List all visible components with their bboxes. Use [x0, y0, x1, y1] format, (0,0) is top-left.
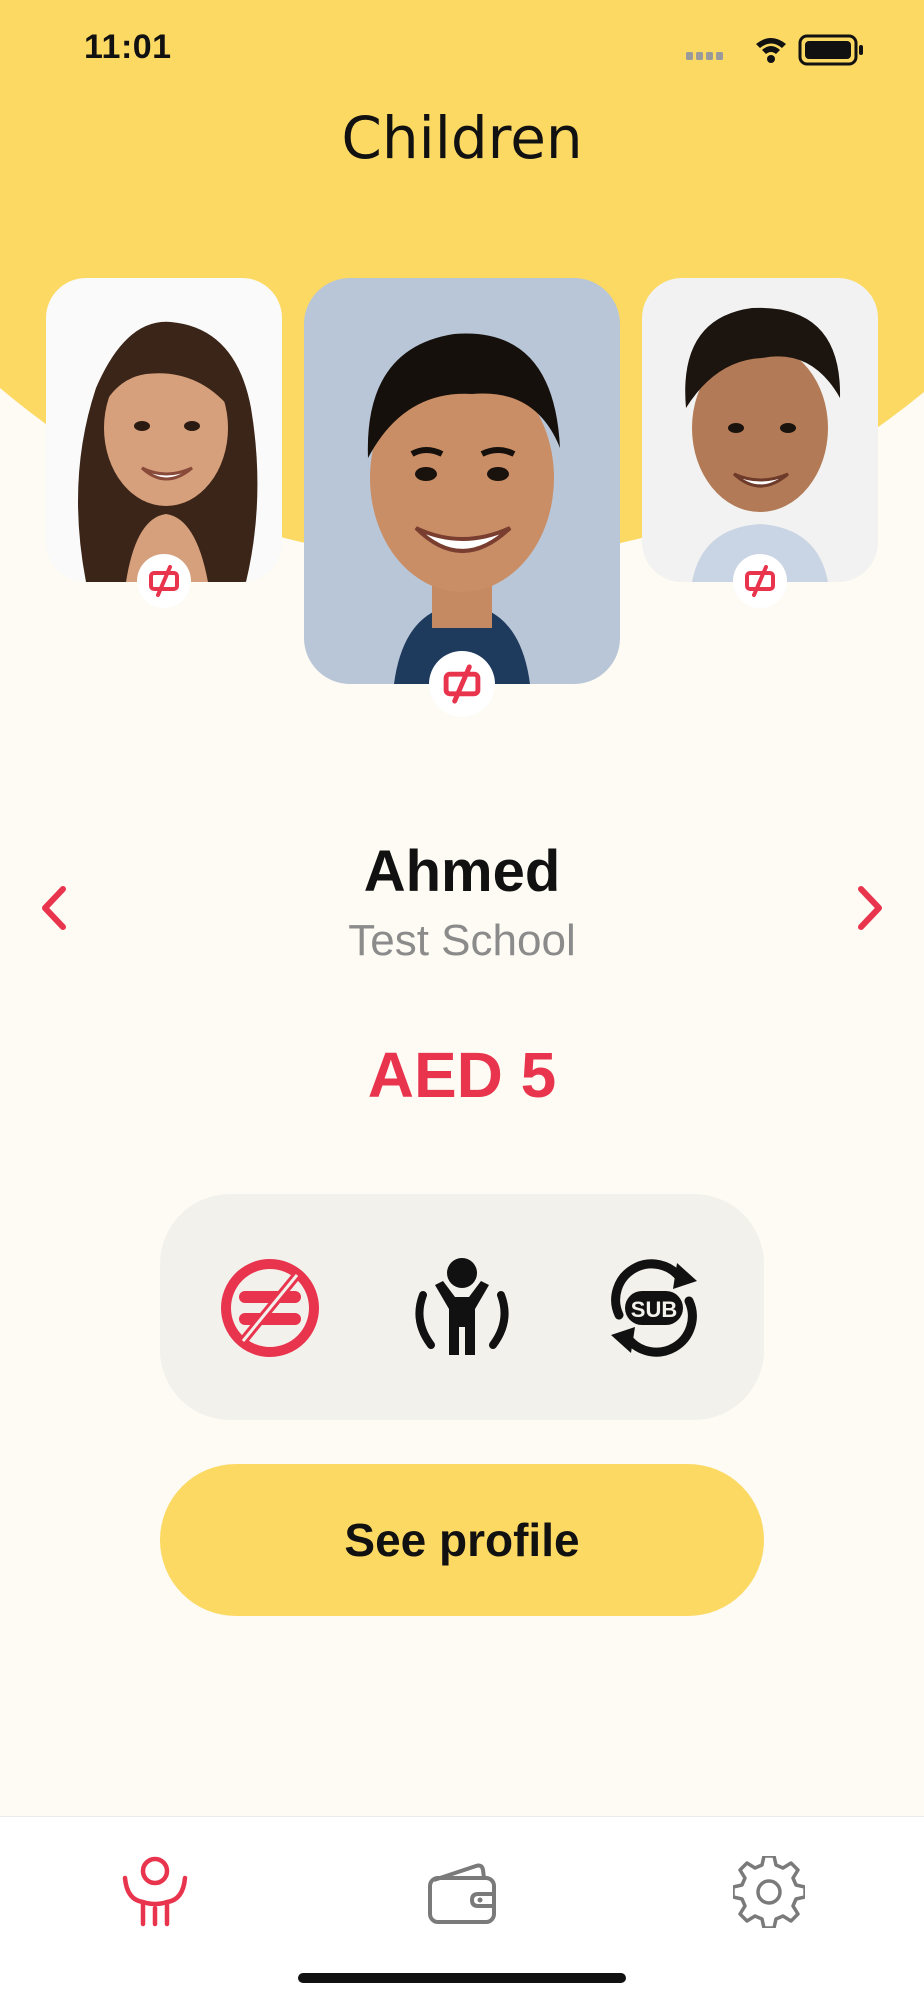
svg-text:SUB: SUB [631, 1297, 677, 1322]
no-card-icon [149, 565, 179, 597]
child-balance: AED 5 [367, 1039, 557, 1111]
subscription-button[interactable]: SUB [598, 1252, 710, 1364]
child-school: Test School [348, 916, 576, 965]
subscription-icon: SUB [611, 1259, 697, 1357]
status-time: 11:01 [84, 28, 172, 66]
child-avatar-selected[interactable] [304, 278, 620, 684]
wifi-icon [756, 38, 786, 63]
child-avatar-right[interactable] [642, 278, 878, 582]
girl-photo [46, 278, 282, 582]
page-title: Children [341, 104, 583, 172]
status-bar: 11:01 [0, 0, 924, 100]
payment-disabled-badge [733, 554, 787, 608]
no-card-icon [443, 664, 481, 704]
tab-children[interactable] [100, 1837, 210, 1947]
child-icon [415, 1258, 509, 1355]
child-name: Ahmed [363, 839, 561, 904]
child-activity-button[interactable] [406, 1252, 518, 1364]
see-profile-button[interactable]: See profile [160, 1464, 764, 1616]
blocked-food-button[interactable] [214, 1252, 326, 1364]
payment-disabled-badge [429, 651, 495, 717]
status-icons [686, 34, 863, 66]
payment-disabled-badge [137, 554, 191, 608]
boy-photo [642, 278, 878, 582]
cellular-signal-icon [686, 52, 723, 60]
tab-wallet[interactable] [407, 1837, 517, 1947]
home-indicator [298, 1973, 626, 1983]
tab-settings[interactable] [714, 1837, 824, 1947]
boy-photo [304, 278, 620, 684]
blocked-food-icon [221, 1259, 319, 1357]
battery-icon [798, 34, 863, 66]
wallet-tab-icon [428, 1863, 496, 1924]
actions-panel: SUB [160, 1194, 764, 1420]
no-card-icon [745, 565, 775, 597]
tab-bar [0, 1816, 924, 2001]
child-avatar-left[interactable] [46, 278, 282, 582]
children-tab-icon [122, 1856, 188, 1927]
settings-tab-icon [733, 1856, 805, 1928]
